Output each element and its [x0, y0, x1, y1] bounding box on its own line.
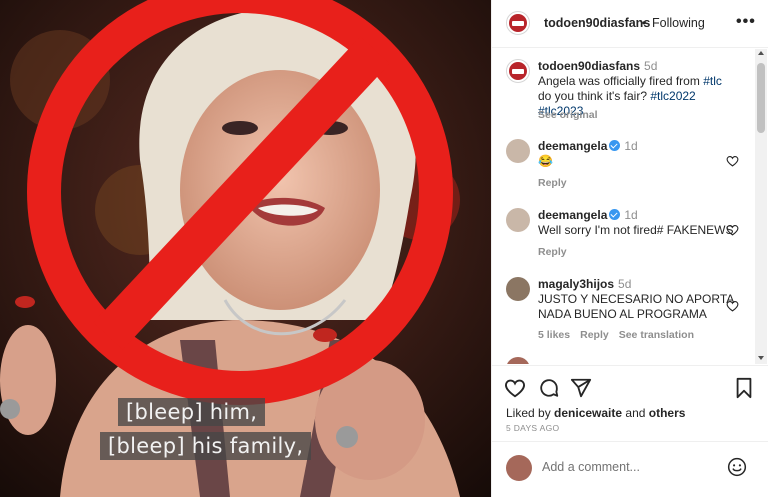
add-comment-input[interactable]: [542, 460, 722, 474]
commenter-avatar[interactable]: [506, 139, 530, 163]
comment-username[interactable]: magaly3hijos: [538, 277, 614, 291]
see-translation-link[interactable]: See translation: [619, 329, 694, 341]
subtitle-line-1: [bleep] him,: [118, 398, 266, 426]
comment-text: 😂: [538, 154, 553, 168]
comment-like-heart-icon[interactable]: [726, 155, 739, 167]
reply-button[interactable]: Reply: [580, 329, 609, 341]
see-original-link[interactable]: See original: [538, 109, 598, 121]
comment-time[interactable]: 5d: [618, 277, 631, 291]
commenter-avatar[interactable]: [506, 357, 530, 364]
share-icon[interactable]: [570, 377, 592, 399]
comment-like-heart-icon[interactable]: [726, 300, 739, 312]
current-user-avatar: [506, 455, 532, 481]
post-image[interactable]: [bleep] him, [bleep] his family,: [0, 0, 491, 497]
comment-time[interactable]: 1d: [624, 208, 637, 222]
following-button[interactable]: Following: [652, 16, 705, 30]
verified-badge-icon: [609, 140, 621, 151]
caption-username[interactable]: todoen90diasfans: [538, 59, 640, 73]
author-username[interactable]: todoen90diasfans: [544, 16, 650, 30]
scroll-down-arrow-icon[interactable]: [758, 356, 764, 360]
commenter-avatar[interactable]: [506, 208, 530, 232]
emoji-icon[interactable]: [727, 457, 747, 477]
bookmark-icon[interactable]: [733, 377, 755, 399]
caption-time[interactable]: 5d: [644, 59, 657, 73]
like-heart-icon[interactable]: [504, 377, 526, 399]
comment-meta: 5 likes Reply See translation: [538, 329, 704, 341]
commenter-avatar[interactable]: [506, 277, 530, 301]
likes-count[interactable]: 5 likes: [538, 329, 570, 341]
liked-by-summary: Liked by denicewaite and others: [506, 406, 686, 420]
post-date[interactable]: 5 DAYS AGO: [506, 423, 559, 433]
comment-composer: [492, 441, 768, 497]
liked-by-user[interactable]: denicewaite: [554, 406, 622, 420]
post-side-panel: todoen90diasfans • Following ••• todoen9…: [491, 0, 768, 497]
comment-username[interactable]: deemangela: [538, 208, 607, 222]
separator-dot: •: [642, 16, 647, 30]
post-actions: Liked by denicewaite and others 5 DAYS A…: [492, 365, 768, 449]
comment-like-heart-icon[interactable]: [726, 224, 739, 236]
author-avatar[interactable]: [506, 59, 530, 83]
reply-button[interactable]: Reply: [538, 246, 567, 258]
more-options-icon[interactable]: •••: [736, 13, 756, 31]
author-avatar[interactable]: [506, 11, 530, 35]
comment-icon[interactable]: [538, 377, 560, 399]
comment-time[interactable]: 1d: [624, 139, 637, 153]
hashtag-tlc[interactable]: #tlc: [703, 74, 722, 88]
liked-by-others[interactable]: others: [649, 406, 686, 420]
scrollbar-thumb[interactable]: [757, 63, 765, 133]
post-header: todoen90diasfans • Following •••: [492, 0, 768, 48]
hashtag-tlc2022[interactable]: #tlc2022: [650, 89, 695, 103]
reply-button[interactable]: Reply: [538, 177, 567, 189]
comments-scrollbar[interactable]: [755, 49, 767, 364]
subtitle-line-2: [bleep] his family,: [100, 432, 312, 460]
scroll-up-arrow-icon[interactable]: [758, 51, 764, 55]
comment-text: JUSTO Y NECESARIO NO APORTA NADA BUENO A…: [538, 292, 734, 321]
comment-text: Well sorry I'm not fired# FAKENEWS: [538, 223, 734, 237]
comment-username[interactable]: deemangela: [538, 139, 607, 153]
comments-list[interactable]: todoen90diasfans 5d Angela was officially…: [492, 49, 755, 364]
verified-badge-icon: [609, 209, 621, 220]
